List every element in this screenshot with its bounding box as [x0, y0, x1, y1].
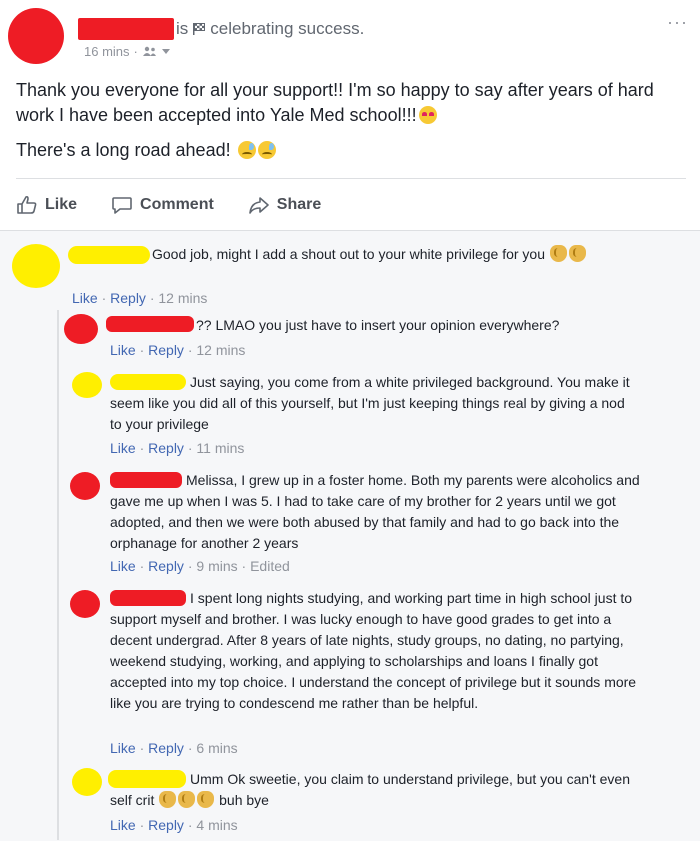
comment-like-link[interactable]: Like: [110, 440, 136, 456]
comment-time[interactable]: 9 mins: [196, 558, 237, 574]
comment-button[interactable]: Comment: [111, 195, 214, 215]
clap-emoji-icon: [178, 791, 196, 808]
chevron-down-icon[interactable]: [161, 48, 170, 55]
comment-meta: Like · Reply · 4 mins: [110, 817, 238, 833]
comment-text: I spent long nights studying, and workin…: [110, 590, 637, 711]
comment-like-link[interactable]: Like: [110, 342, 136, 358]
commenter-name-redacted[interactable]: [68, 246, 150, 264]
comment-text-content: Good job, might I add a shout out to you…: [152, 246, 546, 262]
separator: ·: [187, 440, 193, 456]
comment-reply-link[interactable]: Reply: [148, 558, 184, 574]
separator: ·: [187, 740, 193, 756]
sad-emoji-icon: [237, 141, 256, 159]
separator: ·: [187, 342, 193, 358]
comment-time[interactable]: 12 mins: [196, 342, 245, 358]
flag-icon: [193, 23, 206, 35]
clap-emoji-icon: [159, 791, 177, 808]
separator: ·: [139, 440, 145, 456]
commenter-avatar[interactable]: [70, 472, 100, 500]
activity-text: celebrating success.: [210, 19, 365, 38]
heart-eyes-emoji-icon: [418, 106, 437, 124]
separator: ·: [101, 290, 107, 306]
separator: ·: [139, 558, 145, 574]
commenter-avatar[interactable]: [72, 768, 102, 796]
post-paragraph-2: There's a long road ahead!: [16, 140, 231, 160]
post-card: is celebrating success. 16 mins · ··· Th…: [0, 0, 700, 230]
thumbs-up-icon: [17, 195, 37, 214]
clap-emoji-icon: [549, 245, 567, 262]
edited-label[interactable]: Edited: [250, 558, 290, 574]
separator: ·: [187, 817, 193, 833]
comment-meta: Like · Reply · 6 mins: [110, 740, 238, 756]
reply-thread-line: [57, 310, 59, 840]
separator: ·: [133, 44, 138, 59]
post-paragraph-1: Thank you everyone for all your support!…: [16, 80, 654, 125]
commenter-avatar[interactable]: [72, 372, 102, 398]
comment-text: ?? LMAO you just have to insert your opi…: [196, 317, 560, 333]
share-label: Share: [276, 196, 322, 213]
separator: ·: [139, 740, 145, 756]
separator: ·: [139, 342, 145, 358]
post-time[interactable]: 16 mins: [84, 44, 130, 59]
comment-time[interactable]: 4 mins: [196, 817, 237, 833]
more-options-icon[interactable]: ···: [667, 12, 688, 33]
comment-time[interactable]: 6 mins: [196, 740, 237, 756]
activity-is: is: [176, 19, 189, 38]
like-label: Like: [45, 196, 78, 213]
separator: ·: [139, 817, 145, 833]
comment-text: Melissa, I grew up in a foster home. Bot…: [110, 472, 640, 551]
post-body: Thank you everyone for all your support!…: [16, 78, 686, 173]
separator: ·: [187, 558, 193, 574]
clap-emoji-icon: [197, 791, 215, 808]
poster-name-redacted[interactable]: [78, 18, 174, 40]
commenter-name-redacted[interactable]: [106, 316, 194, 332]
comment-text: Just saying, you come from a white privi…: [110, 374, 630, 432]
separator: ·: [241, 558, 247, 574]
like-button[interactable]: Like: [16, 195, 77, 215]
comment-like-link[interactable]: Like: [72, 290, 98, 306]
share-button[interactable]: Share: [248, 195, 321, 215]
comment-meta: Like · Reply · 11 mins: [110, 440, 244, 456]
comment-reply-link[interactable]: Reply: [110, 290, 146, 306]
post-actions: Like Comment Share: [16, 190, 321, 220]
comment-label: Comment: [140, 196, 214, 213]
comment-reply-link[interactable]: Reply: [148, 817, 184, 833]
comment-like-link[interactable]: Like: [110, 740, 136, 756]
post-header: is celebrating success.: [78, 14, 364, 44]
clap-emoji-icon: [568, 245, 586, 262]
comment-reply-link[interactable]: Reply: [148, 440, 184, 456]
comment-text-content: buh bye: [219, 792, 269, 808]
separator: ·: [149, 290, 155, 306]
speech-bubble-icon: [112, 197, 132, 214]
comment-meta: Like · Reply · 9 mins · Edited: [110, 558, 290, 574]
comment-text: Good job, might I add a shout out to you…: [152, 244, 632, 265]
comment-like-link[interactable]: Like: [110, 817, 136, 833]
comment-time[interactable]: 12 mins: [158, 290, 207, 306]
comment-meta: Like · Reply · 12 mins: [72, 290, 207, 306]
poster-avatar[interactable]: [8, 8, 64, 64]
share-arrow-icon: [248, 197, 269, 214]
comment-time[interactable]: 11 mins: [196, 440, 244, 456]
comment-reply-link[interactable]: Reply: [148, 342, 184, 358]
commenter-avatar[interactable]: [70, 590, 100, 618]
comment-reply-link[interactable]: Reply: [148, 740, 184, 756]
commenter-avatar[interactable]: [12, 244, 60, 288]
post-meta: 16 mins ·: [84, 44, 170, 59]
friends-icon[interactable]: [142, 46, 158, 57]
comment-text: Umm Ok sweetie, you claim to understand …: [110, 769, 640, 811]
comment-meta: Like · Reply · 12 mins: [110, 342, 245, 358]
divider: [16, 178, 686, 179]
commenter-avatar[interactable]: [64, 314, 98, 344]
comment-like-link[interactable]: Like: [110, 558, 136, 574]
sad-emoji-icon: [257, 141, 276, 159]
